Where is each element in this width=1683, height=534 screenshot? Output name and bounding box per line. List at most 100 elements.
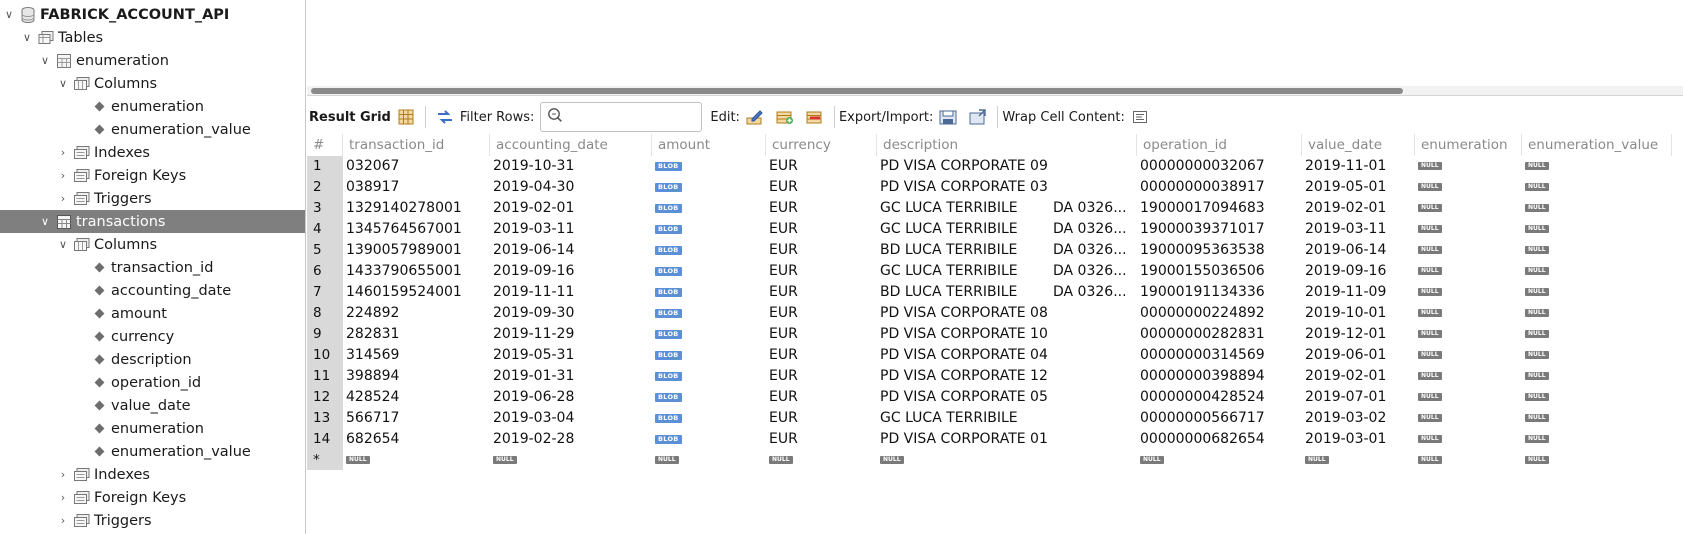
cell-description[interactable]: GC LUCA TERRIBILE DA 0326... — [877, 261, 1133, 282]
filter-rows-input[interactable] — [567, 109, 698, 125]
chevron-down-icon[interactable]: ∨ — [38, 54, 52, 68]
table-row[interactable]: 1 032067 2019-10-31 BLOB EUR PD VISA CORPORAT… — [307, 156, 1683, 177]
cell-accounting-date[interactable]: 2019-09-30 — [490, 303, 640, 324]
cell-enumeration[interactable]: NULL — [1415, 366, 1515, 387]
cell-operation-id[interactable]: 00000000398894 — [1137, 366, 1287, 387]
tree-triggers[interactable]: › Triggers — [0, 187, 305, 210]
cell-enumeration-value[interactable]: NULL — [1522, 240, 1622, 261]
row-number[interactable]: 13 — [307, 408, 343, 429]
result-grid-label[interactable]: Result Grid — [309, 110, 391, 125]
tree-indexes[interactable]: › Indexes — [0, 141, 305, 164]
table-row[interactable]: 5 1390057989001 2019-06-14 BLOB EUR BD LUCA T… — [307, 240, 1683, 261]
cell-enumeration-value[interactable]: NULL — [1522, 156, 1622, 177]
cell-transaction-id[interactable]: 1329140278001 — [343, 198, 493, 219]
row-number[interactable]: 1 — [307, 156, 343, 177]
row-number[interactable]: 2 — [307, 177, 343, 198]
header-currency[interactable]: currency — [766, 134, 877, 156]
cell-transaction-id[interactable]: 032067 — [343, 156, 493, 177]
cell-operation-id[interactable]: 00000000566717 — [1137, 408, 1287, 429]
cell-amount[interactable]: BLOB — [652, 387, 762, 408]
chevron-down-icon[interactable]: ∨ — [20, 31, 34, 45]
cell-amount[interactable]: BLOB — [652, 156, 762, 177]
table-row[interactable]: 12 428524 2019-06-28 BLOB EUR PD VISA CORPORA… — [307, 387, 1683, 408]
cell-enumeration-value[interactable]: NULL — [1522, 366, 1622, 387]
result-grid[interactable]: # transaction_id accounting_date amount … — [307, 134, 1683, 470]
cell-accounting-date[interactable]: 2019-09-16 — [490, 261, 640, 282]
cell-accounting-date[interactable]: 2019-02-01 — [490, 198, 640, 219]
cell-description[interactable]: PD VISA CORPORATE 03 — [877, 177, 1133, 198]
tree-column-item[interactable]: value_date — [0, 394, 305, 417]
row-number[interactable]: 5 — [307, 240, 343, 261]
cell-operation-id[interactable]: 19000155036506 — [1137, 261, 1287, 282]
cell-enumeration-value[interactable]: NULL — [1522, 219, 1622, 240]
tree-column-item[interactable]: description — [0, 348, 305, 371]
header-row-number[interactable]: # — [307, 134, 343, 156]
table-row[interactable]: 4 1345764567001 2019-03-11 BLOB EUR GC LUCA T… — [307, 219, 1683, 240]
new-row-cell-enumeration[interactable]: NULL — [1415, 450, 1515, 471]
tree-table-enumeration[interactable]: ∨ enumeration — [0, 49, 305, 72]
row-number[interactable]: 14 — [307, 429, 343, 450]
edit-row-icon[interactable] — [746, 108, 764, 126]
tree-column-item[interactable]: enumeration — [0, 417, 305, 440]
cell-enumeration-value[interactable]: NULL — [1522, 345, 1622, 366]
table-row[interactable]: 2 038917 2019-04-30 BLOB EUR PD VISA CORPORAT… — [307, 177, 1683, 198]
new-row-cell-amount[interactable]: NULL — [652, 450, 752, 471]
filter-rows-field[interactable] — [540, 102, 703, 132]
cell-enumeration-value[interactable]: NULL — [1522, 177, 1622, 198]
wrap-cell-icon[interactable] — [1131, 108, 1149, 126]
cell-operation-id[interactable]: 19000191134336 — [1137, 282, 1287, 303]
tree-indexes[interactable]: › Indexes — [0, 463, 305, 486]
cell-transaction-id[interactable]: 314569 — [343, 345, 493, 366]
cell-enumeration[interactable]: NULL — [1415, 408, 1515, 429]
new-row-cell-accounting-date[interactable]: NULL — [490, 450, 590, 471]
cell-description[interactable]: PD VISA CORPORATE 01 — [877, 429, 1133, 450]
cell-enumeration[interactable]: NULL — [1415, 219, 1515, 240]
cell-accounting-date[interactable]: 2019-10-31 — [490, 156, 640, 177]
table-row[interactable]: 9 282831 2019-11-29 BLOB EUR PD VISA CORPORAT… — [307, 324, 1683, 345]
cell-transaction-id[interactable]: 1345764567001 — [343, 219, 493, 240]
chevron-right-icon[interactable]: › — [56, 192, 70, 206]
cell-transaction-id[interactable]: 682654 — [343, 429, 493, 450]
cell-operation-id[interactable]: 00000000314569 — [1137, 345, 1287, 366]
cell-accounting-date[interactable]: 2019-06-14 — [490, 240, 640, 261]
cell-description[interactable]: PD VISA CORPORATE 04 — [877, 345, 1133, 366]
tree-tables[interactable]: ∨ Tables — [0, 26, 305, 49]
tree-column-item[interactable]: currency — [0, 325, 305, 348]
grid-view-icon[interactable] — [397, 108, 415, 126]
new-row-cell-currency[interactable]: NULL — [766, 450, 866, 471]
cell-operation-id[interactable]: 00000000038917 — [1137, 177, 1287, 198]
header-transaction-id[interactable]: transaction_id — [343, 134, 490, 156]
cell-description[interactable]: PD VISA CORPORATE 05 — [877, 387, 1133, 408]
cell-accounting-date[interactable]: 2019-03-11 — [490, 219, 640, 240]
cell-amount[interactable]: BLOB — [652, 240, 762, 261]
cell-enumeration[interactable]: NULL — [1415, 261, 1515, 282]
header-enumeration-value[interactable]: enumeration_value — [1522, 134, 1672, 156]
chevron-right-icon[interactable]: › — [56, 146, 70, 160]
cell-transaction-id[interactable]: 224892 — [343, 303, 493, 324]
cell-operation-id[interactable]: 00000000428524 — [1137, 387, 1287, 408]
cell-enumeration-value[interactable]: NULL — [1522, 387, 1622, 408]
cell-enumeration-value[interactable]: NULL — [1522, 198, 1622, 219]
cell-enumeration-value[interactable]: NULL — [1522, 261, 1622, 282]
table-row[interactable]: 8 224892 2019-09-30 BLOB EUR PD VISA CORPORAT… — [307, 303, 1683, 324]
tree-column-item[interactable]: enumeration_value — [0, 440, 305, 463]
cell-enumeration[interactable]: NULL — [1415, 282, 1515, 303]
delete-row-icon[interactable] — [806, 108, 824, 126]
cell-accounting-date[interactable]: 2019-02-28 — [490, 429, 640, 450]
row-number[interactable]: 4 — [307, 219, 343, 240]
tree-table-transactions[interactable]: ∨ transactions — [0, 210, 305, 233]
new-row-cell-operation-id[interactable]: NULL — [1137, 450, 1237, 471]
table-row[interactable]: 14 682654 2019-02-28 BLOB EUR PD VISA CORPORA… — [307, 429, 1683, 450]
cell-transaction-id[interactable]: 1460159524001 — [343, 282, 493, 303]
cell-description[interactable]: GC LUCA TERRIBILE DA 0326... — [877, 198, 1133, 219]
chevron-right-icon[interactable]: › — [56, 491, 70, 505]
tree-foreign-keys[interactable]: › Foreign Keys — [0, 164, 305, 187]
cell-description[interactable]: PD VISA CORPORATE 09 — [877, 156, 1133, 177]
refresh-icon[interactable] — [436, 108, 454, 126]
cell-transaction-id[interactable]: 398894 — [343, 366, 493, 387]
cell-amount[interactable]: BLOB — [652, 408, 762, 429]
cell-operation-id[interactable]: 19000039371017 — [1137, 219, 1287, 240]
cell-enumeration-value[interactable]: NULL — [1522, 303, 1622, 324]
cell-operation-id[interactable]: 19000017094683 — [1137, 198, 1287, 219]
table-row[interactable]: 7 1460159524001 2019-11-11 BLOB EUR BD LUCA T… — [307, 282, 1683, 303]
